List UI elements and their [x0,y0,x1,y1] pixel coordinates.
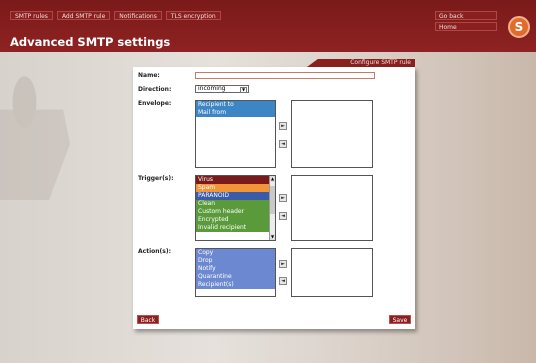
envelope-item[interactable]: Mail from [196,109,275,117]
action-item[interactable]: Quarantine [196,273,275,281]
direction-label: Direction: [138,86,172,93]
trigger-item[interactable]: Spam [196,184,275,192]
triggers-scrollbar[interactable]: ▲ ▼ [269,176,275,240]
action-item[interactable]: Recipient(s) [196,281,275,289]
envelope-list[interactable]: Recipient to Mail from [195,100,276,168]
brand-logo-icon: S [508,16,530,38]
direction-select[interactable]: incoming ▼ [195,85,249,93]
envelope-label: Envelope: [138,100,172,107]
trigger-item[interactable]: Clean [196,200,275,208]
save-button[interactable]: Save [389,315,411,324]
envelope-item[interactable]: Recipient to [196,101,275,109]
name-input[interactable] [195,72,375,79]
triggers-remove-button[interactable]: ◄ [279,212,287,220]
scroll-thumb[interactable] [270,186,275,214]
direction-value: incoming [198,85,226,92]
triggers-label: Trigger(s): [138,175,174,182]
action-item[interactable]: Notify [196,265,275,273]
go-back-link[interactable]: Go back [435,11,497,20]
trigger-item[interactable]: Invalid recipient [196,224,275,232]
actions-label: Action(s): [138,248,171,255]
actions-remove-button[interactable]: ◄ [279,277,287,285]
smtp-rule-panel: Configure SMTP rule Name: Direction: inc… [133,59,415,329]
envelope-remove-button[interactable]: ◄ [279,140,287,148]
actions-add-button[interactable]: ► [279,260,287,268]
tab-smtp-rules[interactable]: SMTP rules [10,11,53,20]
triggers-add-button[interactable]: ► [279,194,287,202]
panel-title: Configure SMTP rule [307,59,415,67]
envelope-add-button[interactable]: ► [279,122,287,130]
action-item[interactable]: Drop [196,257,275,265]
tab-add-smtp-rule[interactable]: Add SMTP rule [56,11,111,20]
home-link[interactable]: Home [435,22,497,31]
background-figure [0,60,70,200]
header-bar: SMTP rules Add SMTP rule Notifications T… [0,0,536,52]
back-button[interactable]: Back [137,315,159,324]
tab-tls-encryption[interactable]: TLS encryption [165,11,221,20]
trigger-item[interactable]: Virus [196,176,275,184]
action-item[interactable]: Copy [196,249,275,257]
triggers-selected-list[interactable] [291,175,373,241]
name-label: Name: [138,72,160,79]
top-nav: SMTP rules Add SMTP rule Notifications T… [10,11,221,20]
trigger-item[interactable]: PARANOID [196,192,275,200]
scroll-up-icon[interactable]: ▲ [270,176,275,182]
tab-notifications[interactable]: Notifications [114,11,162,20]
actions-selected-list[interactable] [291,248,373,297]
right-nav: Go back Home [435,11,497,31]
trigger-item[interactable]: Custom header [196,208,275,216]
triggers-list[interactable]: Virus Spam PARANOID Clean Custom header … [195,175,276,241]
actions-list[interactable]: Copy Drop Notify Quarantine Recipient(s) [195,248,276,297]
scroll-down-icon[interactable]: ▼ [270,234,275,240]
trigger-item[interactable]: Encrypted [196,216,275,224]
page-title: Advanced SMTP settings [10,35,171,49]
envelope-selected-list[interactable] [291,100,373,168]
chevron-down-icon: ▼ [240,87,247,93]
